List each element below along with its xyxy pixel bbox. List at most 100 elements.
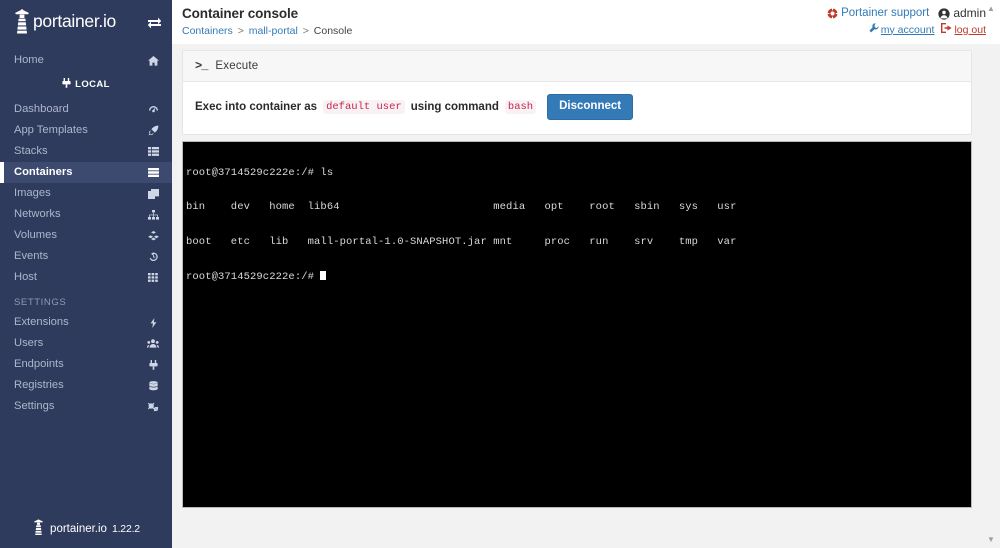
header-user-row: Portainer support admin bbox=[827, 6, 986, 21]
sidebar-item-label: Images bbox=[14, 186, 51, 199]
page-content: >_ Execute Exec into container as defaul… bbox=[172, 44, 1000, 508]
execute-panel: >_ Execute Exec into container as defaul… bbox=[182, 50, 972, 135]
sidebar-item-label: App Templates bbox=[14, 123, 88, 136]
sidebar-item-label: Volumes bbox=[14, 228, 57, 241]
users-icon bbox=[146, 339, 160, 348]
plug-icon bbox=[62, 77, 71, 91]
exec-user-code: default user bbox=[323, 99, 405, 114]
sidebar-item-containers[interactable]: Containers bbox=[0, 162, 172, 183]
wrench-icon bbox=[869, 23, 879, 36]
sidebar-logo[interactable]: portainer.io bbox=[0, 4, 172, 40]
header-titles: Container console Containers > mall-port… bbox=[182, 6, 352, 38]
terminal-line: root@3714529c222e:/# ls bbox=[186, 166, 334, 179]
plug-icon bbox=[146, 359, 160, 370]
sidebar-item-host[interactable]: Host bbox=[0, 267, 172, 288]
terminal-output: root@3714529c222e:/# ls bin dev home lib… bbox=[183, 142, 971, 306]
bolt-icon bbox=[146, 317, 160, 328]
sitemap-icon bbox=[146, 209, 160, 220]
endpoint-label: LOCAL bbox=[75, 78, 110, 90]
endpoint-indicator: LOCAL bbox=[0, 73, 172, 95]
sidebar-item-label: Dashboard bbox=[14, 102, 69, 115]
history-icon bbox=[146, 251, 160, 262]
cogs-icon bbox=[146, 402, 160, 412]
cubes-icon bbox=[146, 230, 160, 241]
portainer-app: portainer.io Home LOCAL Dashboard App Te… bbox=[0, 0, 1000, 548]
sidebar-item-extensions[interactable]: Extensions bbox=[0, 312, 172, 333]
user-circle-icon bbox=[938, 7, 950, 20]
home-icon bbox=[146, 55, 160, 66]
sidebar-item-label: Host bbox=[14, 270, 38, 283]
logout-label: log out bbox=[954, 23, 986, 36]
lighthouse-logo-icon bbox=[32, 519, 45, 539]
execute-panel-title: Execute bbox=[215, 60, 259, 72]
exchange-arrows-icon[interactable] bbox=[147, 16, 162, 29]
logout-link[interactable]: log out bbox=[941, 23, 986, 36]
sidebar-item-label: Registries bbox=[14, 378, 64, 391]
page-scroll-up-icon[interactable]: ▲ bbox=[985, 4, 997, 13]
page-title: Container console bbox=[182, 6, 299, 21]
user-block[interactable]: admin bbox=[938, 6, 986, 21]
top-header: Container console Containers > mall-port… bbox=[172, 0, 1000, 44]
sidebar-item-registries[interactable]: Registries bbox=[0, 375, 172, 396]
my-account-link[interactable]: my account bbox=[869, 23, 934, 36]
breadcrumb-container-name[interactable]: mall-portal bbox=[249, 25, 298, 37]
execute-panel-body: Exec into container as default user usin… bbox=[183, 82, 971, 134]
user-name: admin bbox=[953, 6, 986, 20]
sign-out-icon bbox=[941, 23, 953, 36]
execute-panel-header: >_ Execute bbox=[183, 51, 971, 82]
brand-name: portainer.io bbox=[33, 11, 116, 32]
sidebar-item-label: Extensions bbox=[14, 315, 69, 328]
main-area: Container console Containers > mall-port… bbox=[172, 0, 1000, 548]
breadcrumb-current: Console bbox=[313, 25, 353, 37]
server-icon bbox=[146, 168, 160, 177]
breadcrumb-separator: > bbox=[302, 25, 309, 37]
sidebar-item-networks[interactable]: Networks bbox=[0, 204, 172, 225]
header-account-links: my account log out bbox=[827, 23, 986, 36]
sidebar-item-dashboard[interactable]: Dashboard bbox=[0, 99, 172, 120]
breadcrumb-separator: > bbox=[237, 25, 244, 37]
header-user-area: Portainer support admin my account log o… bbox=[827, 6, 986, 36]
life-ring-icon bbox=[827, 8, 838, 19]
th-icon bbox=[146, 273, 160, 282]
terminal-scrollbar[interactable]: ▲ ▼ bbox=[971, 142, 972, 507]
page-scroll-down-icon[interactable]: ▼ bbox=[985, 535, 997, 544]
sidebar-item-users[interactable]: Users bbox=[0, 333, 172, 354]
tachometer-icon bbox=[146, 105, 160, 115]
sidebar-footer: portainer.io 1.22.2 bbox=[0, 510, 172, 548]
portainer-support-link[interactable]: Portainer support bbox=[827, 6, 929, 21]
sidebar-item-events[interactable]: Events bbox=[0, 246, 172, 267]
terminal-prompt: root@3714529c222e:/# bbox=[186, 271, 321, 284]
sidebar-item-home[interactable]: Home bbox=[0, 50, 172, 71]
sidebar-item-stacks[interactable]: Stacks bbox=[0, 141, 172, 162]
sidebar-section-settings: SETTINGS bbox=[14, 296, 67, 308]
exec-command-code: bash bbox=[504, 99, 537, 114]
sidebar-item-label: Home bbox=[14, 53, 44, 66]
sidebar-item-settings[interactable]: Settings bbox=[0, 396, 172, 417]
disconnect-button[interactable]: Disconnect bbox=[547, 94, 634, 120]
terminal-line: boot etc lib mall-portal-1.0-SNAPSHOT.ja… bbox=[186, 235, 737, 248]
sidebar-item-images[interactable]: Images bbox=[0, 183, 172, 204]
sidebar-item-label: Stacks bbox=[14, 144, 48, 157]
footer-version: 1.22.2 bbox=[111, 523, 140, 535]
database-icon bbox=[146, 380, 160, 391]
sidebar-item-volumes[interactable]: Volumes bbox=[0, 225, 172, 246]
sidebar-item-label: Events bbox=[14, 249, 49, 262]
sidebar: portainer.io Home LOCAL Dashboard App Te… bbox=[0, 0, 172, 548]
breadcrumb-containers[interactable]: Containers bbox=[182, 25, 233, 37]
terminal-prompt-icon: >_ bbox=[195, 59, 208, 73]
lighthouse-logo-icon bbox=[12, 9, 32, 35]
sidebar-item-label: Containers bbox=[14, 165, 73, 178]
sidebar-item-app-templates[interactable]: App Templates bbox=[0, 120, 172, 141]
terminal-cursor bbox=[320, 271, 327, 281]
sidebar-item-label: Settings bbox=[14, 399, 55, 412]
terminal-prompt-line: root@3714529c222e:/# bbox=[186, 271, 971, 283]
breadcrumb: Containers > mall-portal > Console bbox=[182, 24, 352, 38]
sidebar-item-endpoints[interactable]: Endpoints bbox=[0, 354, 172, 375]
terminal-console[interactable]: root@3714529c222e:/# ls bin dev home lib… bbox=[182, 140, 972, 508]
rocket-icon bbox=[146, 125, 160, 136]
exec-text-middle: using command bbox=[410, 100, 499, 113]
th-list-icon bbox=[146, 147, 160, 156]
terminal-line: bin dev home lib64 media opt root sbin s… bbox=[186, 201, 737, 214]
support-label: Portainer support bbox=[841, 7, 930, 19]
exec-text-prefix: Exec into container as bbox=[195, 100, 318, 113]
